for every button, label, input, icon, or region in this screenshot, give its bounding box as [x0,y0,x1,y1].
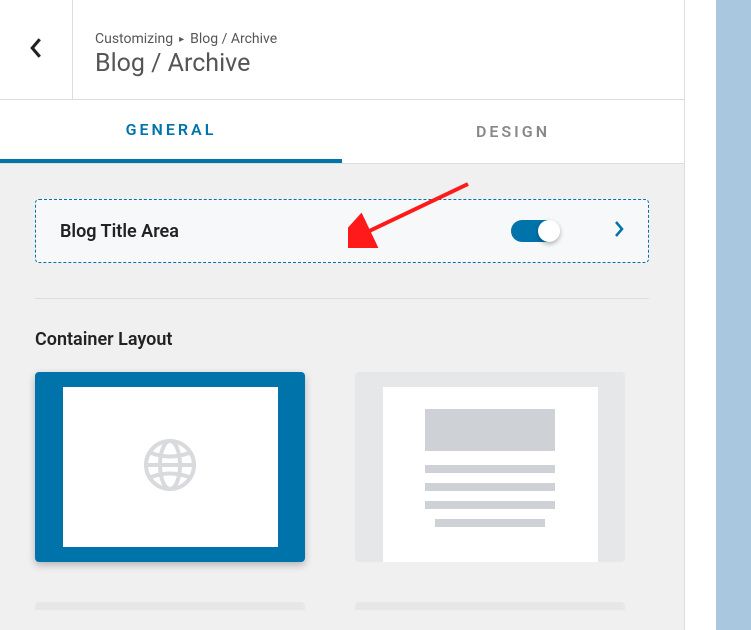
globe-icon [143,438,197,496]
preview-text-line [425,465,555,473]
back-button[interactable] [0,0,73,99]
container-layout-label: Container Layout [35,329,649,350]
preview-text-line [435,519,545,527]
layout-preview [63,387,278,547]
layout-option-boxed[interactable] [355,372,625,562]
layout-options-row-2 [35,602,649,610]
chevron-right-icon [614,221,624,241]
header-titles: Customizing ▸ Blog / Archive Blog / Arch… [73,0,299,99]
panel-header: Customizing ▸ Blog / Archive Blog / Arch… [0,0,684,100]
preview-text-line [425,501,555,509]
tab-bar: GENERAL DESIGN [0,100,684,164]
layout-option-full[interactable] [35,372,305,562]
breadcrumb-root: Customizing [95,31,173,47]
content-area: Blog Title Area Container Layout [0,164,684,630]
preview-image-block [425,409,555,451]
preview-edge [716,0,751,630]
page-title: Blog / Archive [95,49,277,78]
layout-option-partial[interactable] [355,602,625,610]
breadcrumb-current: Blog / Archive [190,31,277,47]
blog-title-area-label: Blog Title Area [60,221,179,242]
tab-design[interactable]: DESIGN [342,100,684,163]
breadcrumb: Customizing ▸ Blog / Archive [95,31,277,47]
blog-title-area-toggle[interactable] [511,220,559,242]
breadcrumb-separator-icon: ▸ [179,34,184,45]
tab-general[interactable]: GENERAL [0,100,342,163]
container-layout-options [35,372,649,562]
blog-title-area-row[interactable]: Blog Title Area [35,199,649,263]
chevron-left-icon [28,38,44,62]
preview-text-line [425,483,555,491]
section-divider [35,298,649,299]
layout-preview [383,387,598,562]
layout-option-partial[interactable] [35,602,305,610]
toggle-knob [538,220,560,242]
